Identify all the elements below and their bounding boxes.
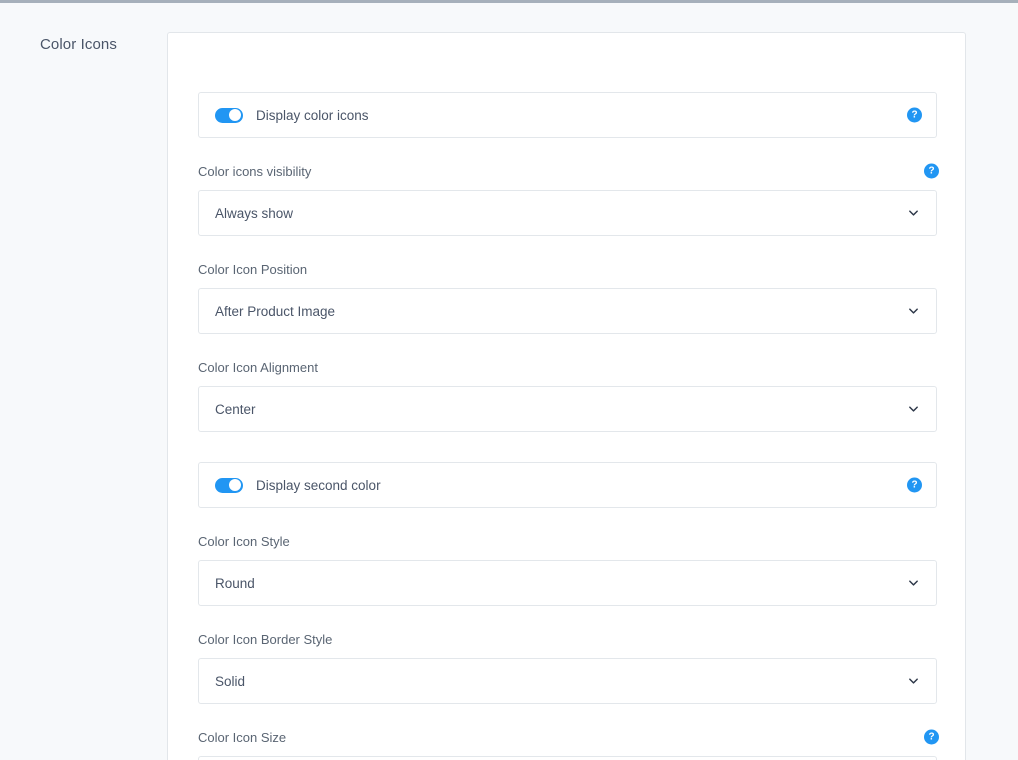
color-icon-alignment-select[interactable]: Center: [198, 386, 937, 432]
help-icon[interactable]: ?: [924, 163, 939, 179]
toggle-knob: [229, 109, 241, 121]
select-value: Center: [215, 401, 256, 417]
settings-form: Display color icons ? Color icons visibi…: [198, 92, 939, 760]
settings-page: Color Icons Display color icons ? Color …: [0, 3, 1018, 760]
color-icon-style-label: Color Icon Style: [198, 533, 290, 549]
field-label-row: Color Icon Style: [198, 532, 937, 550]
chevron-down-icon: [909, 678, 918, 684]
color-icon-size-field: Color Icon Size ? 20: [198, 728, 939, 760]
select-value: Round: [215, 575, 255, 591]
color-icon-alignment-label: Color Icon Alignment: [198, 359, 318, 375]
display-color-icons-label: Display color icons: [256, 107, 369, 123]
field-label-row: Color icons visibility ?: [198, 162, 939, 180]
color-icon-position-label: Color Icon Position: [198, 261, 308, 277]
chevron-down-icon: [909, 406, 918, 412]
help-icon[interactable]: ?: [907, 107, 922, 123]
color-icon-style-field: Color Icon Style Round: [198, 532, 937, 606]
color-icon-border-style-field: Color Icon Border Style Solid: [198, 630, 937, 704]
settings-card: Display color icons ? Color icons visibi…: [167, 32, 966, 760]
field-label-row: Color Icon Size ?: [198, 728, 939, 746]
color-icon-size-label: Color Icon Size: [198, 729, 287, 745]
chevron-down-icon: [909, 210, 918, 216]
section-title: Color Icons: [40, 36, 117, 53]
display-second-color-row[interactable]: Display second color ?: [198, 462, 937, 508]
display-second-color-label: Display second color: [256, 477, 381, 493]
display-color-icons-toggle[interactable]: [215, 107, 243, 123]
color-icons-visibility-select[interactable]: Always show: [198, 190, 937, 236]
color-icons-visibility-label: Color icons visibility: [198, 163, 312, 179]
help-icon[interactable]: ?: [907, 477, 922, 493]
select-value: Always show: [215, 205, 294, 221]
help-icon[interactable]: ?: [924, 729, 939, 745]
chevron-down-icon: [909, 308, 918, 314]
select-value: After Product Image: [215, 303, 336, 319]
field-label-row: Color Icon Alignment: [198, 358, 937, 376]
color-icons-visibility-field: Color icons visibility ? Always show: [198, 162, 939, 236]
color-icon-border-style-select[interactable]: Solid: [198, 658, 937, 704]
display-second-color-toggle[interactable]: [215, 477, 243, 493]
color-icon-position-field: Color Icon Position After Product Image: [198, 260, 937, 334]
field-label-row: Color Icon Border Style: [198, 630, 937, 648]
color-icon-position-select[interactable]: After Product Image: [198, 288, 937, 334]
color-icon-alignment-field: Color Icon Alignment Center: [198, 358, 937, 432]
select-value: Solid: [215, 673, 246, 689]
field-label-row: Color Icon Position: [198, 260, 937, 278]
toggle-knob: [229, 479, 241, 491]
display-color-icons-row[interactable]: Display color icons ?: [198, 92, 937, 138]
color-icon-size-input[interactable]: 20: [198, 756, 937, 760]
chevron-down-icon: [909, 580, 918, 586]
color-icon-style-select[interactable]: Round: [198, 560, 937, 606]
color-icon-border-style-label: Color Icon Border Style: [198, 631, 333, 647]
